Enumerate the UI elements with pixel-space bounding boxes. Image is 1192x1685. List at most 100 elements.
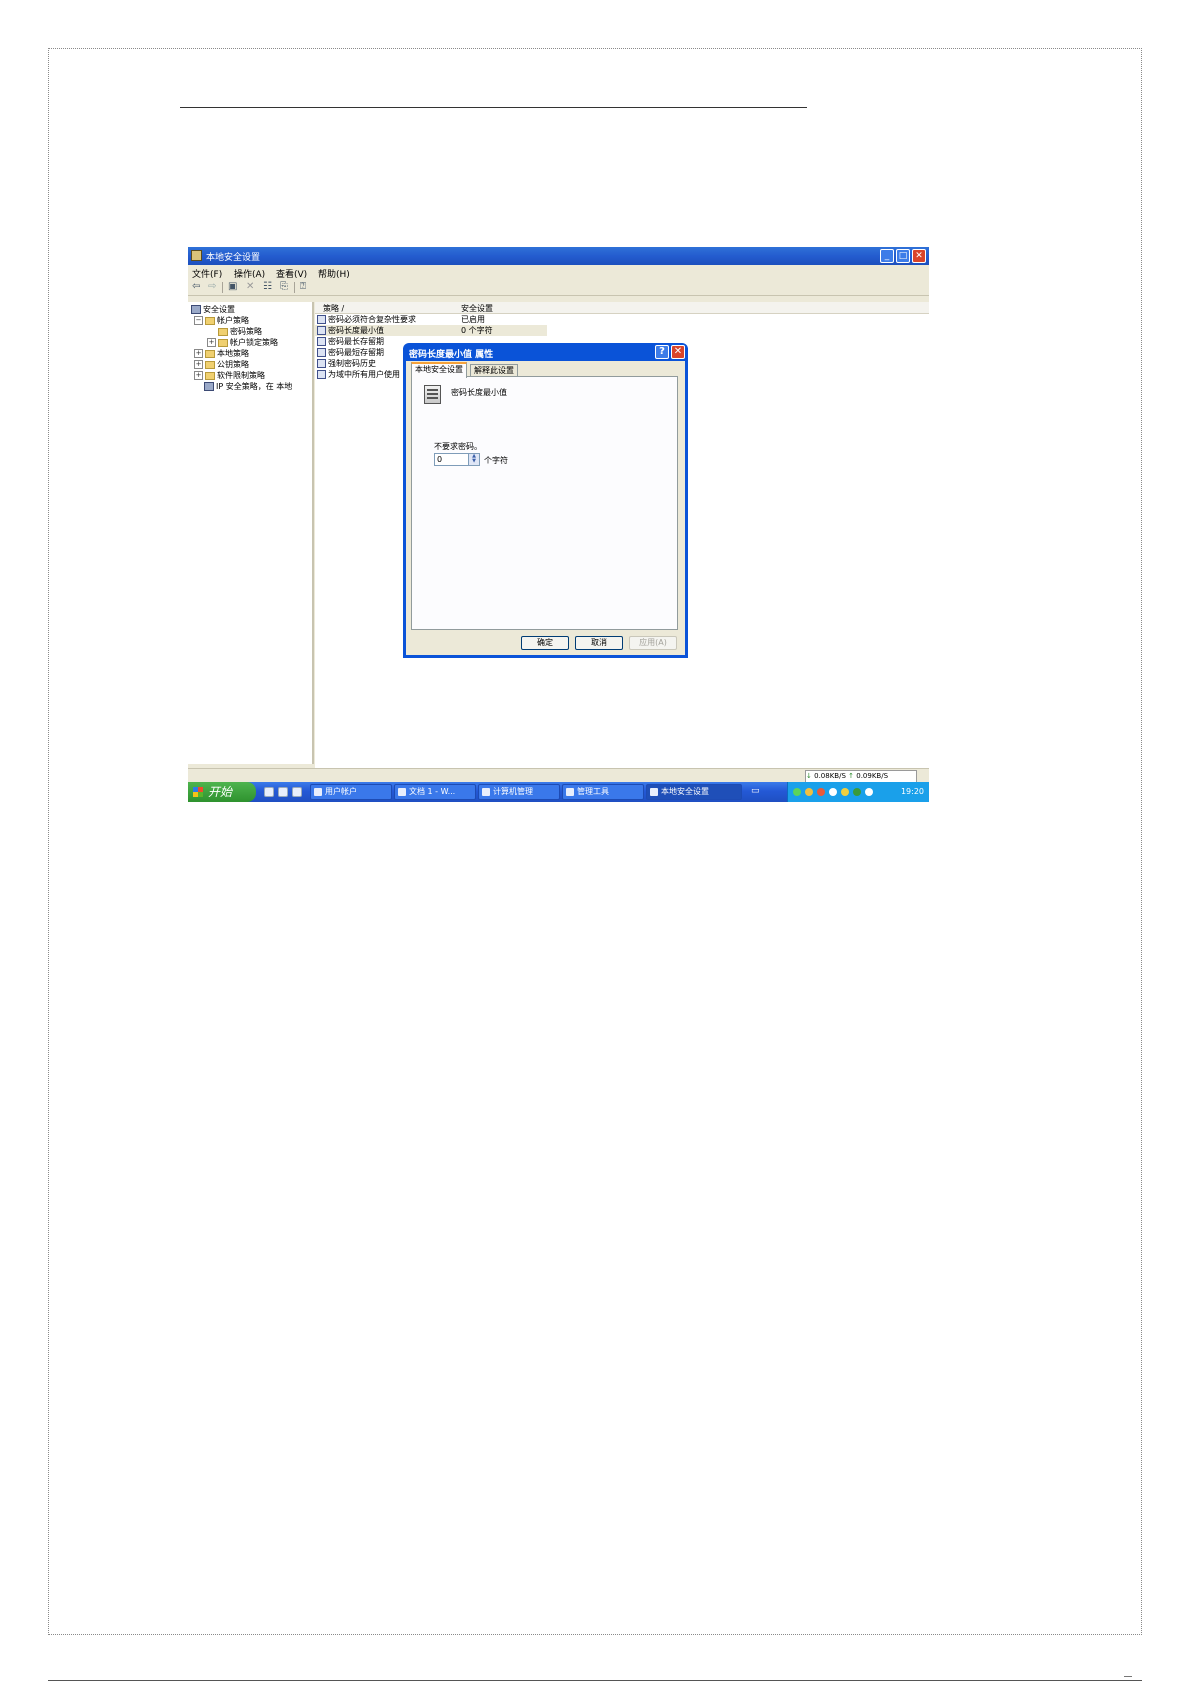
min-length-value[interactable]: 0 bbox=[437, 455, 442, 465]
window-icon bbox=[566, 788, 574, 796]
windows-flag-icon bbox=[193, 787, 203, 797]
policy-icon bbox=[317, 348, 326, 357]
download-arrow-icon: ↓ bbox=[806, 772, 812, 780]
start-button[interactable]: 开始 bbox=[188, 782, 256, 802]
table-row[interactable]: 密码必须符合复杂性要求 已启用 bbox=[315, 314, 929, 325]
task-admin-tools[interactable]: 管理工具 bbox=[562, 784, 644, 800]
help-icon[interactable]: ⍰ bbox=[300, 281, 306, 292]
tray-icon[interactable] bbox=[853, 788, 861, 796]
properties-icon[interactable]: ☷ bbox=[263, 281, 272, 292]
tray-icon[interactable] bbox=[865, 788, 873, 796]
menu-bar: 文件(F) 操作(A) 查看(V) 帮助(H) bbox=[188, 265, 929, 280]
ok-button[interactable]: 确定 bbox=[521, 636, 569, 650]
table-row-selected[interactable]: 密码长度最小值 0 个字符 bbox=[315, 325, 547, 336]
task-document[interactable]: 文档 1 - W... bbox=[394, 784, 476, 800]
tree-item-lockout-policy[interactable]: + 帐户锁定策略 bbox=[207, 337, 278, 348]
tray-icon[interactable] bbox=[841, 788, 849, 796]
close-button[interactable]: ✕ bbox=[912, 249, 926, 263]
footer-tick bbox=[1124, 1676, 1132, 1677]
tray-icon[interactable] bbox=[805, 788, 813, 796]
dialog-title: 密码长度最小值 属性 bbox=[409, 350, 494, 360]
apply-button[interactable]: 应用(A) bbox=[629, 636, 677, 650]
policy-name: 密码最短存留期 bbox=[328, 348, 384, 357]
tree-pane: 安全设置 − 帐户策略 密码策略 + 帐户锁定策略 + 本地策略 + 公钥策略 + 软件限… bbox=[188, 302, 314, 764]
task-label: 计算机管理 bbox=[493, 787, 533, 796]
column-header-setting[interactable]: 安全设置 bbox=[461, 303, 493, 314]
task-label: 管理工具 bbox=[577, 787, 609, 796]
upload-speed: 0.09KB/S bbox=[856, 772, 889, 780]
tree-item-software-restriction[interactable]: + 软件限制策略 bbox=[194, 370, 265, 381]
dialog-body: 本地安全设置 解释此设置 密码长度最小值 不要求密码。 0 ▲ ▼ 个字符 确定… bbox=[406, 361, 685, 655]
minimize-button[interactable]: _ bbox=[880, 249, 894, 263]
desktop-icon[interactable] bbox=[292, 787, 302, 797]
tree-item-ip-security[interactable]: IP 安全策略，在 本地 bbox=[204, 381, 292, 392]
policy-icon bbox=[317, 359, 326, 368]
status-bar: ↓ 0.08KB/S ↑ 0.09KB/S bbox=[188, 768, 929, 783]
back-arrow-icon[interactable]: ⇦ bbox=[192, 281, 200, 292]
tree-item-label: 帐户策略 bbox=[217, 316, 249, 325]
quicklaunch-icon[interactable] bbox=[278, 787, 288, 797]
dialog-titlebar: 密码长度最小值 属性 ? ✕ bbox=[403, 343, 688, 361]
policy-value: 已启用 bbox=[461, 315, 485, 324]
requirement-label: 不要求密码。 bbox=[434, 442, 482, 451]
tree-item-security-settings[interactable]: 安全设置 bbox=[191, 304, 235, 315]
policy-server-icon bbox=[424, 385, 441, 404]
tree-item-label: 软件限制策略 bbox=[217, 371, 265, 380]
toolbar-separator bbox=[294, 282, 295, 293]
expand-icon[interactable]: + bbox=[194, 371, 203, 380]
task-label: 本地安全设置 bbox=[661, 787, 709, 796]
tab-panel: 密码长度最小值 不要求密码。 0 ▲ ▼ 个字符 bbox=[411, 376, 678, 630]
dialog-help-button[interactable]: ? bbox=[655, 345, 669, 359]
min-length-stepper[interactable]: 0 ▲ ▼ bbox=[434, 453, 480, 466]
dialog-close-button[interactable]: ✕ bbox=[671, 345, 685, 359]
policy-icon bbox=[317, 370, 326, 379]
task-label: 用户帐户 bbox=[325, 787, 357, 796]
tree-item-password-policy[interactable]: 密码策略 bbox=[218, 326, 262, 337]
policy-name: 密码长度最小值 bbox=[328, 326, 384, 335]
folder-icon bbox=[218, 338, 228, 347]
delete-icon[interactable]: ✕ bbox=[246, 281, 254, 292]
expand-icon[interactable]: + bbox=[194, 360, 203, 369]
ie-icon[interactable] bbox=[264, 787, 274, 797]
tray-icon[interactable] bbox=[817, 788, 825, 796]
download-speed: 0.08KB/S bbox=[814, 772, 846, 780]
upload-arrow-icon: ↑ bbox=[848, 772, 854, 780]
security-settings-icon bbox=[191, 250, 202, 261]
policy-icon bbox=[317, 315, 326, 324]
task-computer-management[interactable]: 计算机管理 bbox=[478, 784, 560, 800]
maximize-button[interactable]: □ bbox=[896, 249, 910, 263]
forward-arrow-icon[interactable]: ⇨ bbox=[208, 281, 216, 292]
export-icon[interactable]: ⎘ bbox=[280, 281, 288, 292]
column-header-policy[interactable]: 策略 / bbox=[323, 303, 344, 314]
collapse-icon[interactable]: − bbox=[194, 316, 203, 325]
tree-item-label: 密码策略 bbox=[230, 327, 262, 336]
screenshot: 本地安全设置 _ □ ✕ 文件(F) 操作(A) 查看(V) 帮助(H) ⇦ ⇨… bbox=[188, 247, 929, 802]
tree-item-account-policy[interactable]: − 帐户策略 bbox=[194, 315, 249, 326]
policy-icon bbox=[317, 337, 326, 346]
language-bar-icon[interactable]: ▭ bbox=[751, 786, 760, 796]
window-icon bbox=[398, 788, 406, 796]
tree-item-label: 帐户锁定策略 bbox=[230, 338, 278, 347]
start-label: 开始 bbox=[208, 785, 233, 799]
expand-icon[interactable]: + bbox=[194, 349, 203, 358]
window-titlebar: 本地安全设置 _ □ ✕ bbox=[188, 247, 929, 265]
policy-heading: 密码长度最小值 bbox=[451, 388, 507, 397]
toolbar-separator bbox=[222, 282, 223, 293]
stepper-buttons[interactable]: ▲ ▼ bbox=[468, 454, 479, 465]
task-local-security-settings[interactable]: 本地安全设置 bbox=[646, 784, 742, 800]
tray-clock: 19:20 bbox=[900, 787, 924, 796]
task-user-accounts[interactable]: 用户帐户 bbox=[310, 784, 392, 800]
tree-item-label: 公钥策略 bbox=[217, 360, 249, 369]
stepper-down-icon[interactable]: ▼ bbox=[469, 459, 479, 464]
security-settings-icon bbox=[191, 305, 201, 314]
tab-local-security-setting[interactable]: 本地安全设置 bbox=[411, 362, 467, 378]
tray-icon[interactable] bbox=[829, 788, 837, 796]
tree-item-public-key-policy[interactable]: + 公钥策略 bbox=[194, 359, 249, 370]
policy-name: 强制密码历史 bbox=[328, 359, 376, 368]
tray-icon[interactable] bbox=[793, 788, 801, 796]
tree-item-label: 本地策略 bbox=[217, 349, 249, 358]
tree-item-local-policy[interactable]: + 本地策略 bbox=[194, 348, 249, 359]
up-folder-icon[interactable]: ▣ bbox=[228, 281, 237, 292]
cancel-button[interactable]: 取消 bbox=[575, 636, 623, 650]
expand-icon[interactable]: + bbox=[207, 338, 216, 347]
